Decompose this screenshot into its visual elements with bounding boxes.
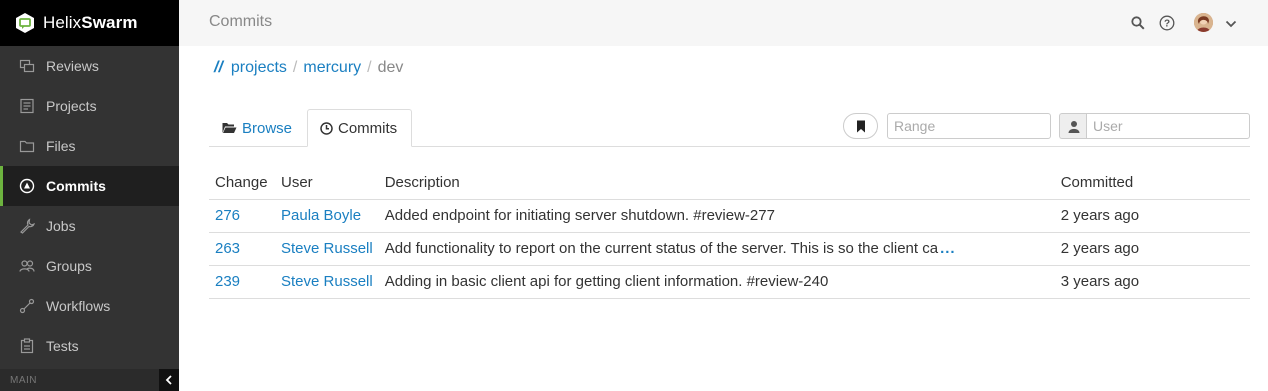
projects-icon <box>18 97 36 115</box>
sidebar-item-label: Reviews <box>46 58 99 74</box>
user-link[interactable]: Steve Russell <box>281 240 373 257</box>
sidebar-collapse-button[interactable] <box>159 369 179 391</box>
commits-table: Change User Description Committed 276 Pa… <box>209 166 1250 299</box>
table-row[interactable]: 239 Steve Russell Adding in basic client… <box>209 265 1250 299</box>
search-icon[interactable] <box>1129 14 1147 32</box>
helix-swarm-logo-icon <box>14 12 36 34</box>
svg-text:?: ? <box>1164 19 1170 30</box>
committed-cell: 2 years ago <box>1054 232 1250 266</box>
bookmark-button[interactable] <box>843 113 878 139</box>
folder-open-icon <box>222 122 237 134</box>
sidebar-item-files[interactable]: Files <box>0 126 179 166</box>
user-avatar[interactable] <box>1194 13 1213 32</box>
chevron-down-icon[interactable] <box>1225 16 1237 33</box>
column-header-description: Description <box>378 166 1055 200</box>
brand[interactable]: HelixSwarm <box>0 0 179 46</box>
breadcrumb-current: dev <box>377 59 404 76</box>
page-title: Commits <box>209 13 273 30</box>
sidebar-item-label: Workflows <box>46 298 111 314</box>
tab-label: Commits <box>338 119 398 137</box>
commit-icon <box>18 177 36 195</box>
sidebar-item-groups[interactable]: Groups <box>0 246 179 286</box>
clipboard-icon <box>18 337 36 355</box>
breadcrumb-separator: / <box>367 59 372 76</box>
user-filter-input[interactable] <box>1086 113 1250 139</box>
breadcrumb-item-projects[interactable]: projects <box>231 59 287 77</box>
tab-commits[interactable]: Commits <box>307 109 412 147</box>
change-link[interactable]: 276 <box>215 207 240 224</box>
breadcrumb-item-mercury[interactable]: mercury <box>303 59 361 77</box>
committed-cell: 2 years ago <box>1054 199 1250 233</box>
description-cell: Adding in basic client api for getting c… <box>378 265 1055 299</box>
brand-name: HelixSwarm <box>43 13 138 32</box>
user-icon <box>1059 113 1087 139</box>
description-text: Add functionality to report on the curre… <box>384 240 939 257</box>
sidebar-item-label: Jobs <box>46 218 76 234</box>
description-cell: Add functionality to report on the curre… <box>378 232 1055 266</box>
column-header-user: User <box>275 166 379 200</box>
sidebar-item-reviews[interactable]: Reviews <box>0 46 179 86</box>
sidebar-section-label: MAIN <box>10 375 37 386</box>
sidebar-item-jobs[interactable]: Jobs <box>0 206 179 246</box>
help-icon[interactable]: ? <box>1158 14 1176 32</box>
column-header-committed: Committed <box>1054 166 1250 200</box>
wrench-icon <box>18 217 36 235</box>
reviews-icon <box>18 57 36 75</box>
expand-description-button[interactable]: ... <box>940 240 956 257</box>
sidebar-item-label: Groups <box>46 258 92 274</box>
change-link[interactable]: 239 <box>215 273 240 290</box>
column-header-change: Change <box>209 166 275 200</box>
sidebar-item-label: Commits <box>46 178 106 194</box>
committed-cell: 3 years ago <box>1054 265 1250 299</box>
user-link[interactable]: Paula Boyle <box>281 207 361 224</box>
group-icon <box>18 257 36 275</box>
sidebar: HelixSwarm Reviews Projects Files Commit… <box>0 0 179 391</box>
chevron-left-icon <box>165 375 172 385</box>
folder-icon <box>18 137 36 155</box>
sidebar-item-projects[interactable]: Projects <box>0 86 179 126</box>
sidebar-item-commits[interactable]: Commits <box>0 166 179 206</box>
description-text: Added endpoint for initiating server shu… <box>384 207 775 224</box>
clock-icon <box>320 121 333 135</box>
range-input[interactable] <box>887 113 1051 139</box>
sidebar-footer: MAIN <box>0 369 179 391</box>
table-header-row: Change User Description Committed <box>209 166 1250 200</box>
workflow-icon <box>18 297 36 315</box>
sidebar-item-tests[interactable]: Tests <box>0 326 179 366</box>
sidebar-item-workflows[interactable]: Workflows <box>0 286 179 326</box>
description-cell: Added endpoint for initiating server shu… <box>378 199 1055 233</box>
table-row[interactable]: 276 Paula Boyle Added endpoint for initi… <box>209 199 1250 233</box>
table-row[interactable]: 263 Steve Russell Add functionality to r… <box>209 232 1250 266</box>
change-link[interactable]: 263 <box>215 240 240 257</box>
bookmark-icon <box>856 120 865 132</box>
tab-browse[interactable]: Browse <box>222 109 292 147</box>
sidebar-item-label: Projects <box>46 98 97 114</box>
description-text: Adding in basic client api for getting c… <box>384 273 829 290</box>
top-header: Commits ? <box>179 0 1268 46</box>
breadcrumb-separator: / <box>292 59 298 76</box>
tab-label: Browse <box>242 119 293 137</box>
breadcrumb-root[interactable]: // <box>214 59 223 77</box>
user-link[interactable]: Steve Russell <box>281 273 373 290</box>
breadcrumb: // projects / mercury / dev <box>214 59 403 77</box>
sidebar-item-label: Files <box>46 138 76 154</box>
sidebar-item-label: Tests <box>46 338 79 354</box>
sidebar-nav: Reviews Projects Files Commits Jobs Grou… <box>0 46 179 366</box>
